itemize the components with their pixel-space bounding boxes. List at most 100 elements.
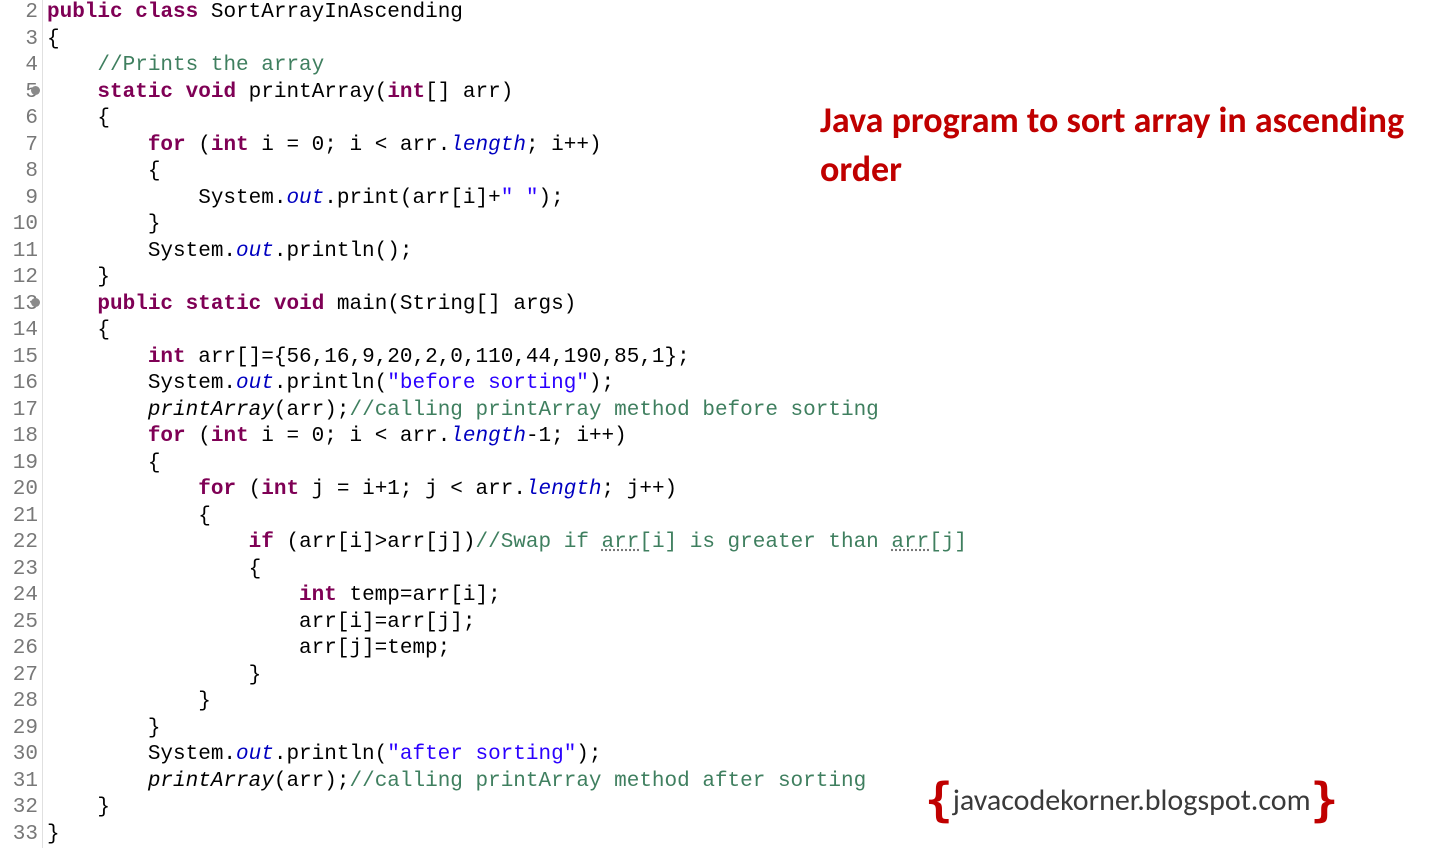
line-number: 22 (0, 530, 38, 557)
line-number: 12 (0, 265, 38, 292)
code-token: int (261, 478, 299, 501)
watermark: {javacodekorner.blogspot.com} (925, 773, 1338, 827)
code-token: System. (47, 743, 236, 766)
line-number: 26 (0, 636, 38, 663)
brace-right: } (1311, 773, 1339, 827)
brace-left: { (925, 773, 953, 827)
code-token: main(String[] args) (324, 293, 576, 316)
code-token: [] arr) (425, 81, 513, 104)
code-token: ( (236, 478, 261, 501)
line-number: 20 (0, 477, 38, 504)
code-token: } (47, 796, 110, 819)
code-token: //calling printArray method after sortin… (349, 770, 866, 793)
code-line: } (47, 716, 967, 743)
code-line: System.out.println("after sorting"); (47, 742, 967, 769)
code-token: int (148, 346, 186, 369)
code-token: printArray (148, 770, 274, 793)
code-line: } (47, 689, 967, 716)
code-token: [i] is greater than (639, 531, 891, 554)
code-token (47, 54, 97, 77)
code-token: out (236, 372, 274, 395)
code-token (123, 1, 136, 24)
line-number: 8 (0, 159, 38, 186)
code-token: } (47, 664, 261, 687)
code-token: j = i+1; j < arr. (299, 478, 526, 501)
code-token: int (211, 425, 249, 448)
line-number: 5 (0, 80, 38, 107)
code-token: public (97, 293, 173, 316)
code-token: arr (891, 531, 929, 554)
code-line: for (int i = 0; i < arr.length-1; i++) (47, 424, 967, 451)
code-token: int (299, 584, 337, 607)
code-token: -1; i++) (526, 425, 627, 448)
code-line: arr[j]=temp; (47, 636, 967, 663)
line-number: 6 (0, 106, 38, 133)
line-number: 23 (0, 557, 38, 584)
code-token: temp=arr[i]; (337, 584, 501, 607)
code-token: arr (602, 531, 640, 554)
code-token (47, 399, 148, 422)
code-token: System. (47, 187, 286, 210)
code-line: { (47, 557, 967, 584)
line-number: 32 (0, 795, 38, 822)
code-token: for (148, 425, 186, 448)
code-line: int arr[]={56,16,9,20,2,0,110,44,190,85,… (47, 345, 967, 372)
code-line: printArray(arr);//calling printArray met… (47, 769, 967, 796)
line-number: 10 (0, 212, 38, 239)
code-line: arr[i]=arr[j]; (47, 610, 967, 637)
code-token: } (47, 717, 160, 740)
code-token: ); (589, 372, 614, 395)
code-token: //Swap if (476, 531, 602, 554)
code-line: { (47, 504, 967, 531)
code-token: out (236, 240, 274, 263)
code-token: "before sorting" (387, 372, 589, 395)
line-number: 25 (0, 610, 38, 637)
code-line: } (47, 795, 967, 822)
code-token: System. (47, 240, 236, 263)
code-line: int temp=arr[i]; (47, 583, 967, 610)
code-token (47, 346, 148, 369)
code-line: System.out.println(); (47, 239, 967, 266)
line-number: 15 (0, 345, 38, 372)
code-token: void (274, 293, 324, 316)
code-token (47, 134, 148, 157)
code-token: if (249, 531, 274, 554)
code-token: length (526, 478, 602, 501)
code-token: ( (186, 134, 211, 157)
code-line: } (47, 212, 967, 239)
line-number: 4 (0, 53, 38, 80)
code-line: System.out.println("before sorting"); (47, 371, 967, 398)
line-number: 24 (0, 583, 38, 610)
code-token: ; j++) (602, 478, 678, 501)
code-token: { (47, 319, 110, 342)
code-line: { (47, 318, 967, 345)
code-line: } (47, 265, 967, 292)
code-token (173, 81, 186, 104)
code-line: for (int j = i+1; j < arr.length; j++) (47, 477, 967, 504)
code-token: out (286, 187, 324, 210)
code-token (47, 425, 148, 448)
code-token: static (97, 81, 173, 104)
line-number: 19 (0, 451, 38, 478)
code-line: printArray(arr);//calling printArray met… (47, 398, 967, 425)
line-number: 14 (0, 318, 38, 345)
line-number-gutter: 2345678910111213141516171819202122232425… (0, 0, 43, 848)
code-token: { (47, 160, 160, 183)
code-token: public (47, 1, 123, 24)
code-token: .println( (274, 743, 387, 766)
code-token (47, 81, 97, 104)
code-token (47, 531, 249, 554)
code-token: for (148, 134, 186, 157)
code-token: i = 0; i < arr. (249, 425, 451, 448)
code-token: length (450, 425, 526, 448)
code-token: int (211, 134, 249, 157)
page-title: Java program to sort array in ascending … (820, 96, 1429, 193)
code-token: ); (539, 187, 564, 210)
code-token: .println( (274, 372, 387, 395)
code-line: //Prints the array (47, 53, 967, 80)
code-token: } (47, 266, 110, 289)
code-token: { (47, 505, 211, 528)
line-number: 29 (0, 716, 38, 743)
line-number: 3 (0, 27, 38, 54)
line-number: 2 (0, 0, 38, 27)
